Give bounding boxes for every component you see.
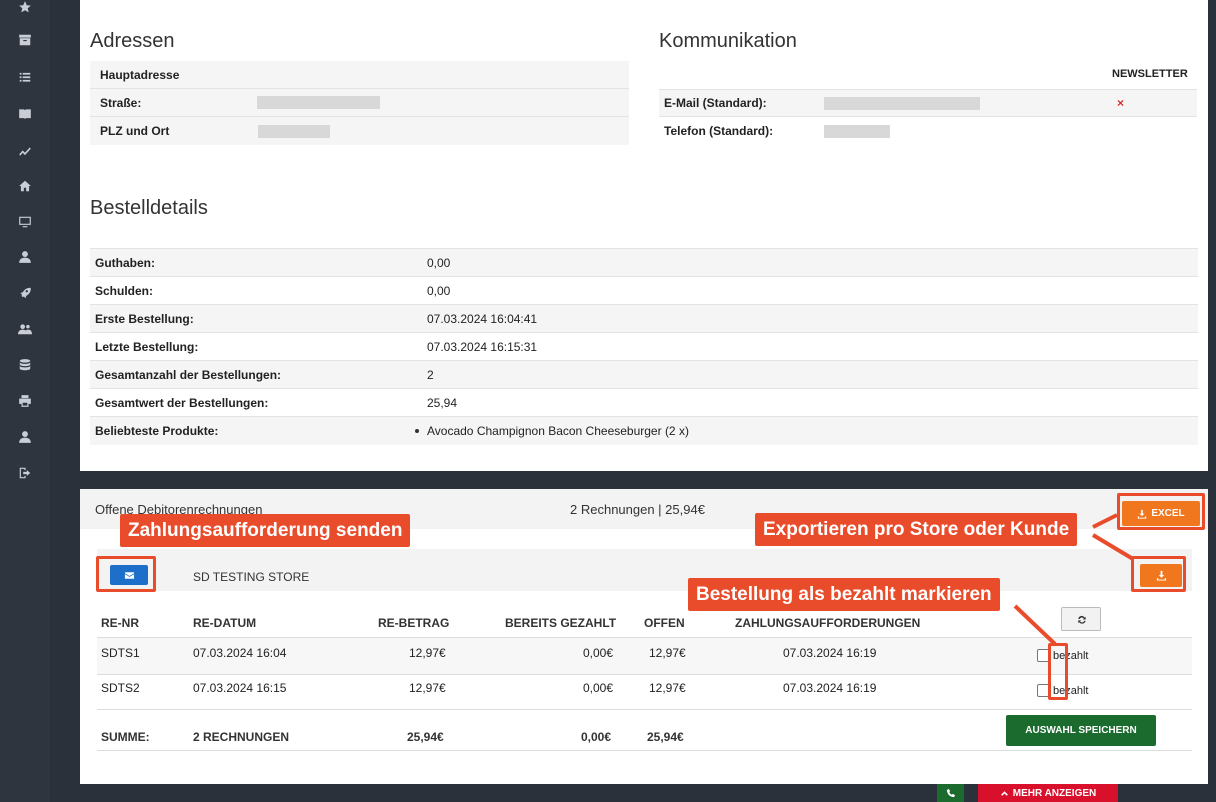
adressen-row: PLZ und Ort xyxy=(90,117,629,145)
logout-icon xyxy=(19,467,31,479)
col-header: RE-BETRAG xyxy=(378,616,450,630)
sidebar xyxy=(0,0,50,802)
col-header: BEREITS GEZAHLT xyxy=(505,616,617,630)
refresh-icon xyxy=(1077,615,1086,624)
annotation-export: Exportieren pro Store oder Kunde xyxy=(755,513,1078,546)
adressen-title: Adressen xyxy=(90,30,175,52)
kommunikation-row: E-Mail (Standard): × xyxy=(659,89,1197,117)
sidebar-item-user[interactable] xyxy=(0,242,50,272)
rocket-icon xyxy=(20,287,31,299)
bestelldetails-row: Erste Bestellung: 07.03.2024 16:04:41 xyxy=(90,305,1198,333)
database-icon xyxy=(19,359,31,371)
annotation-send-reminder: Zahlungsaufforderung senden xyxy=(120,514,411,547)
archive-icon xyxy=(19,34,31,46)
sum-label: SUMME: xyxy=(101,730,150,744)
refresh-button[interactable] xyxy=(1061,607,1101,631)
highlight-mail-button xyxy=(96,556,156,592)
phone-icon xyxy=(946,788,955,798)
sidebar-item-print[interactable] xyxy=(0,386,50,416)
annotation-arrows xyxy=(1091,513,1135,561)
bestelldetails-table: Guthaben: 0,00 Schulden: 0,00 Erste Bestel… xyxy=(90,248,1198,445)
sidebar-item-customers[interactable] xyxy=(0,314,50,344)
newsletter-status-icon: × xyxy=(1117,96,1125,110)
store-name: SD TESTING STORE xyxy=(193,570,310,584)
col-header: RE-DATUM xyxy=(193,616,257,630)
sidebar-item-archive[interactable] xyxy=(0,25,50,55)
users-icon xyxy=(18,324,32,335)
open-invoices-summary: 2 Rechnungen | 25,94€ xyxy=(570,502,705,517)
store-bar: SD TESTING STORE xyxy=(97,549,1192,591)
kommunikation-row: Telefon (Standard): xyxy=(659,117,1197,145)
list-icon xyxy=(19,72,31,82)
redacted-phone xyxy=(824,124,890,138)
redacted-zip-city xyxy=(258,124,330,138)
adressen-row: Straße: xyxy=(90,89,629,117)
redacted-email xyxy=(824,96,980,110)
sum-betrag: 25,94€ xyxy=(407,730,444,744)
redacted-street xyxy=(257,96,380,109)
sum-gezahlt: 0,00€ xyxy=(581,730,612,744)
bestelldetails-row: Letzte Bestellung: 07.03.2024 16:15:31 xyxy=(90,333,1198,361)
annotation-mark-paid: Bestellung als bezahlt markieren xyxy=(688,578,1000,611)
home-icon xyxy=(19,180,31,192)
star-icon xyxy=(19,1,31,13)
call-button[interactable] xyxy=(937,784,964,802)
annotation-arrow-paid xyxy=(1013,604,1057,646)
chevron-up-icon xyxy=(1000,790,1008,796)
sidebar-item-favorites[interactable] xyxy=(0,0,50,22)
save-selection-button[interactable]: AUSWAHL SPEICHERN xyxy=(1006,715,1156,746)
bestelldetails-row: Guthaben: 0,00 xyxy=(90,249,1198,277)
sidebar-item-list[interactable] xyxy=(0,62,50,92)
monitor-icon xyxy=(19,216,31,228)
sidebar-item-launch[interactable] xyxy=(0,278,50,308)
col-header: OFFEN xyxy=(644,616,685,630)
bullet-icon xyxy=(415,429,419,433)
sum-offen: 25,94€ xyxy=(647,730,684,744)
kommunikation-title: Kommunikation xyxy=(659,30,797,52)
bestelldetails-title: Bestelldetails xyxy=(90,197,208,219)
bestelldetails-row: Gesamtwert der Bestellungen: 25,94 xyxy=(90,389,1198,417)
customer-details-panel: Adressen Hauptadresse Straße: PLZ und Or… xyxy=(80,0,1208,471)
user-icon xyxy=(19,251,31,263)
sidebar-item-display[interactable] xyxy=(0,207,50,237)
adressen-table: Hauptadresse Straße: PLZ und Ort xyxy=(90,61,629,145)
chart-line-icon xyxy=(19,147,31,156)
bestelldetails-row: Gesamtanzahl der Bestellungen: 2 xyxy=(90,361,1198,389)
kommunikation-table: E-Mail (Standard): × Telefon (Standard): xyxy=(659,89,1197,145)
newsletter-header: NEWSLETTER xyxy=(1112,68,1188,80)
sidebar-item-statistics[interactable] xyxy=(0,136,50,166)
printer-icon xyxy=(19,395,31,407)
highlight-paid-checkboxes xyxy=(1048,643,1068,700)
show-more-button[interactable]: MEHR ANZEIGEN xyxy=(978,784,1118,802)
bestelldetails-row: Beliebteste Produkte: Avocado Champignon … xyxy=(90,417,1198,445)
sidebar-item-home[interactable] xyxy=(0,171,50,201)
sidebar-item-account[interactable] xyxy=(0,422,50,452)
col-header: ZAHLUNGSAUFFORDERUNGEN xyxy=(735,616,921,630)
adressen-row: Hauptadresse xyxy=(90,61,629,89)
book-icon xyxy=(19,109,31,120)
user-icon xyxy=(19,431,31,443)
sidebar-item-database[interactable] xyxy=(0,350,50,380)
bestelldetails-row: Schulden: 0,00 xyxy=(90,277,1198,305)
col-header: RE-NR xyxy=(101,616,139,630)
sidebar-item-logout[interactable] xyxy=(0,458,50,488)
sidebar-item-catalog[interactable] xyxy=(0,99,50,129)
sum-count: 2 RECHNUNGEN xyxy=(193,730,290,744)
